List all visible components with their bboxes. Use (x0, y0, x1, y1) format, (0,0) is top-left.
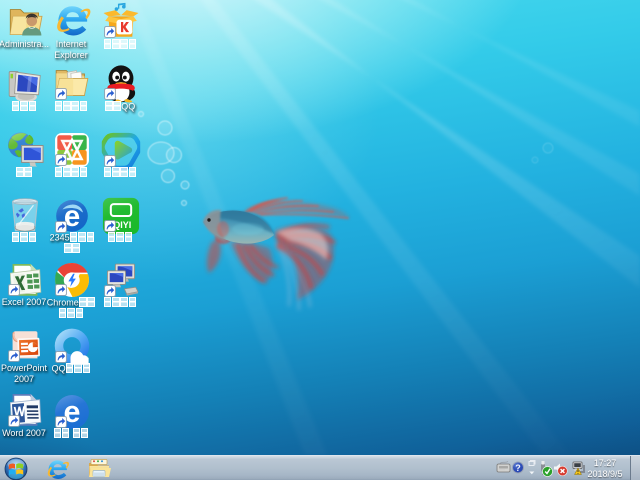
svg-text:?: ? (515, 463, 521, 473)
